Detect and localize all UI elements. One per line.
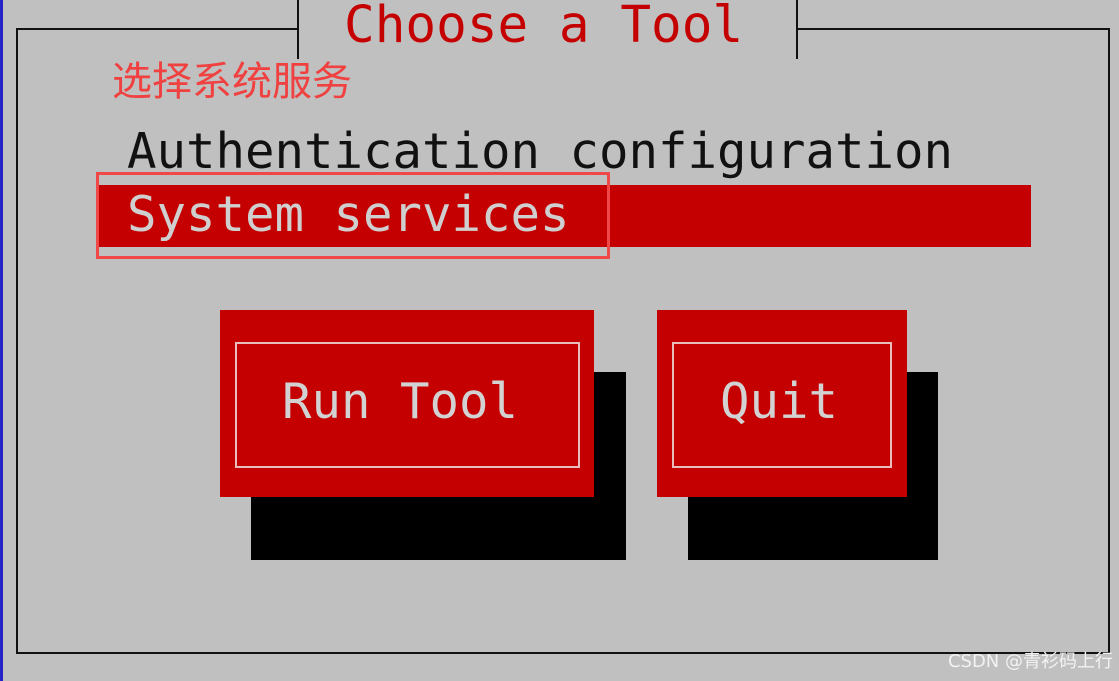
watermark: CSDN @青衫码上行 — [947, 651, 1113, 672]
window-left-edge — [0, 0, 3, 681]
dialog-title: Choose a Tool — [344, 0, 744, 55]
run-tool-button[interactable]: Run Tool — [220, 310, 594, 497]
quit-button-label: Quit — [720, 373, 839, 430]
run-tool-button-label: Run Tool — [282, 373, 519, 430]
quit-button[interactable]: Quit — [657, 310, 907, 497]
annotation-highlight-box — [96, 172, 610, 259]
annotation-label: 选择系统服务 — [112, 59, 352, 105]
